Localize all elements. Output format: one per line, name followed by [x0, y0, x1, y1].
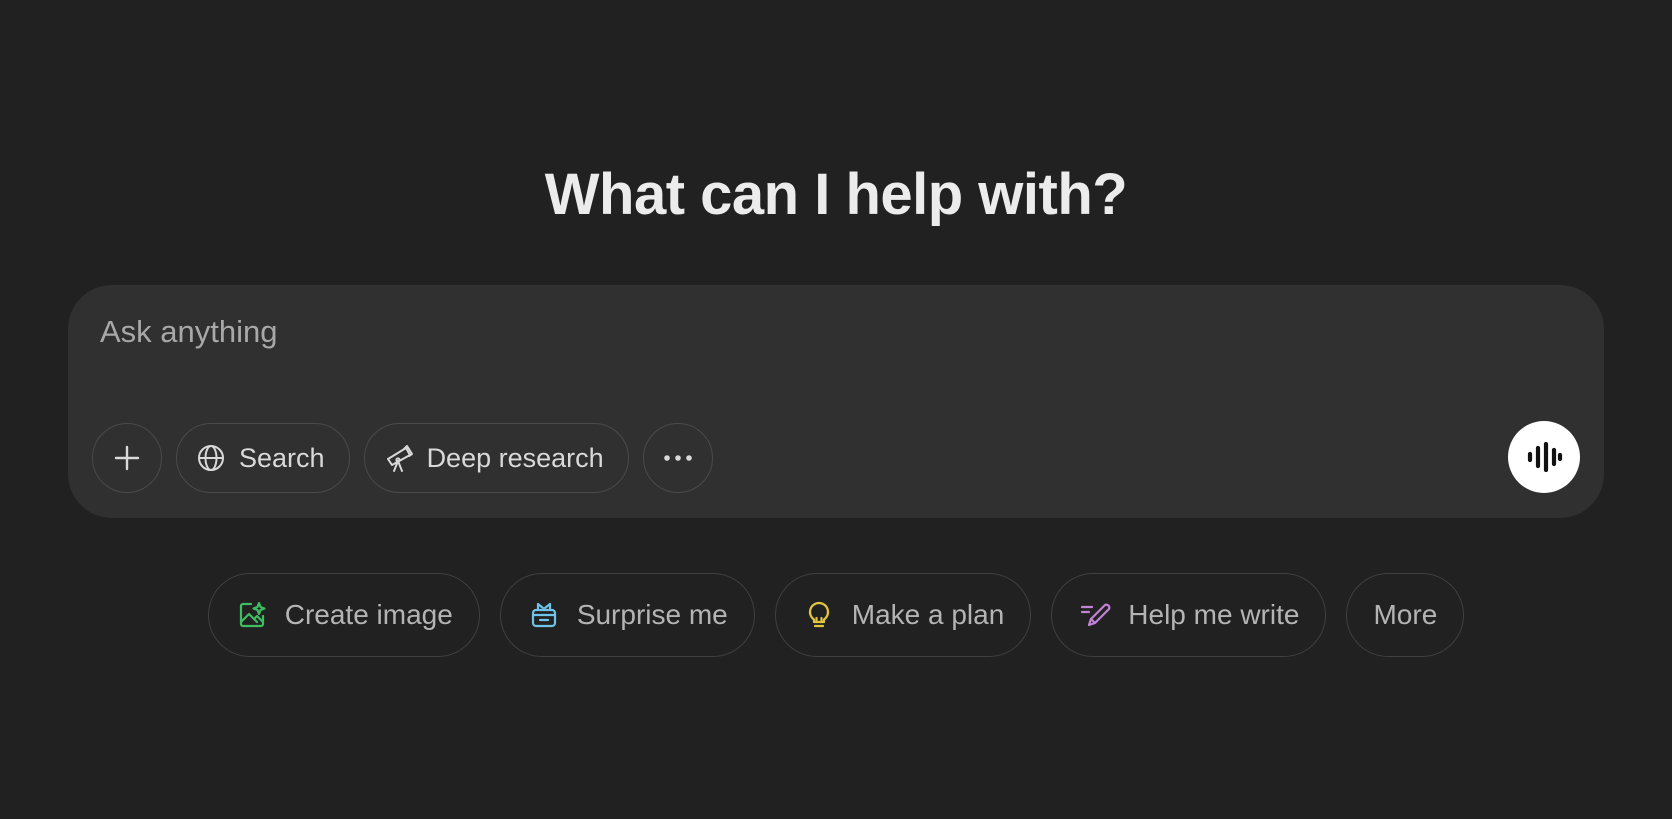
help-me-write-chip[interactable]: Help me write — [1051, 573, 1327, 657]
surprise-me-chip[interactable]: Surprise me — [499, 573, 755, 657]
add-attachment-button[interactable] — [92, 423, 162, 493]
ellipsis-icon — [662, 453, 694, 463]
suggestion-label: More — [1373, 599, 1438, 630]
telescope-icon — [383, 442, 415, 474]
deep-research-button[interactable]: Deep research — [363, 423, 629, 493]
gift-box-icon — [527, 598, 561, 632]
search-button[interactable]: Search — [176, 423, 350, 493]
create-image-chip[interactable]: Create image — [207, 573, 480, 657]
suggestion-chips: Create image Surprise me Make a plan Hel… — [0, 573, 1672, 657]
prompt-input[interactable] — [100, 307, 1500, 357]
voice-mode-button[interactable] — [1508, 421, 1580, 493]
more-tools-button[interactable] — [642, 423, 713, 493]
pen-icon — [1078, 598, 1112, 632]
lightbulb-icon — [802, 598, 836, 632]
image-sparkle-icon — [235, 598, 269, 632]
globe-icon — [195, 442, 227, 474]
suggestion-label: Create image — [284, 599, 453, 630]
plus-icon — [112, 443, 142, 473]
composer-toolbar: Search Deep research — [92, 422, 727, 494]
suggestion-label: Surprise me — [576, 599, 728, 630]
make-a-plan-chip[interactable]: Make a plan — [774, 573, 1032, 657]
voice-waveform-icon — [1525, 442, 1563, 472]
suggestion-label: Make a plan — [851, 599, 1005, 630]
more-suggestions-chip[interactable]: More — [1346, 573, 1465, 657]
page-title: What can I help with? — [544, 162, 1128, 227]
suggestion-label: Help me write — [1128, 599, 1300, 630]
composer: Search Deep research — [68, 285, 1604, 518]
chat-home-page: What can I help with? S — [0, 0, 1672, 819]
deep-research-label: Deep research — [426, 442, 604, 473]
search-label: Search — [239, 442, 325, 473]
